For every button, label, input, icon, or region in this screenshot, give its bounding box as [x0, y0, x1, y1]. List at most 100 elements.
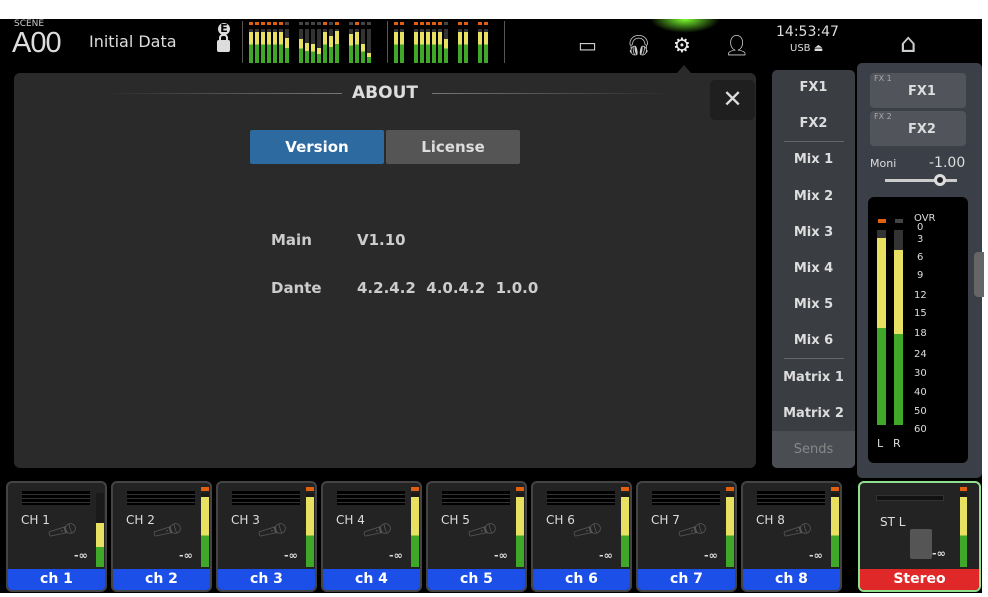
overview-meter-bar — [311, 22, 315, 63]
fader-display — [547, 491, 615, 505]
fader-level: -∞ — [494, 549, 508, 562]
meter-separator — [387, 21, 388, 63]
dante-label: Dante — [271, 279, 322, 297]
channel-label: ch 4 — [323, 569, 420, 590]
channel-name: CH 2 — [126, 513, 155, 527]
dante-version: 4.2.4.2 4.0.4.2 1.0.0 — [357, 279, 539, 297]
fader-display — [232, 491, 300, 505]
scale-tick: 40 — [914, 387, 927, 398]
scene-number[interactable]: A00 — [12, 27, 62, 60]
peak-indicator — [726, 487, 734, 491]
overview-meter-bar — [249, 22, 253, 63]
overview-meter-bar — [285, 22, 289, 63]
moni-slider[interactable] — [885, 179, 957, 182]
active-glow — [650, 19, 720, 33]
peak-indicator — [831, 487, 839, 491]
channel-label: ch 5 — [428, 569, 525, 590]
overview-meter-bar — [478, 22, 482, 63]
scale-tick: 9 — [917, 270, 924, 281]
channel-name: CH 4 — [336, 513, 365, 527]
home-icon[interactable]: ⌂ — [900, 29, 917, 59]
overview-meters[interactable] — [236, 19, 511, 63]
meter-l — [877, 230, 886, 425]
level-meter — [516, 493, 524, 567]
fader-display — [876, 495, 944, 501]
channel-strip-8[interactable]: CH 8 🎤︎ -∞ ch 8 — [741, 481, 842, 592]
fader-display — [22, 491, 90, 505]
channel-strip-2[interactable]: CH 2 🎤︎ -∞ ch 2 — [111, 481, 212, 592]
send-item-mix-1[interactable]: Mix 1 — [772, 152, 855, 167]
overview-meter-bar — [484, 22, 488, 63]
stereo-level-meter — [960, 493, 967, 567]
scale-tick: 6 — [917, 252, 924, 263]
overview-meter-bar — [335, 22, 339, 63]
peak-indicator — [411, 487, 419, 491]
channel-strip-6[interactable]: CH 6 🎤︎ -∞ ch 6 — [531, 481, 632, 592]
lock-icon[interactable] — [217, 34, 230, 52]
headphones-icon[interactable]: 🎧︎ — [626, 33, 651, 57]
fader-display — [652, 491, 720, 505]
send-item-fx2[interactable]: FX2 — [772, 116, 855, 131]
scale-tick: 15 — [914, 308, 927, 319]
overview-meter-bar — [394, 22, 398, 63]
fader-display — [757, 491, 825, 505]
channel-label: ch 6 — [533, 569, 630, 590]
overview-meter-bar — [255, 22, 259, 63]
fader-level: -∞ — [74, 549, 88, 562]
channel-strip-1[interactable]: CH 1 🎤︎ -∞ ch 1 — [6, 481, 107, 592]
send-item-mix-4[interactable]: Mix 4 — [772, 261, 855, 276]
stereo-channel-name: ST L — [880, 515, 906, 529]
stereo-strip[interactable]: ST L -∞ Stereo — [858, 481, 981, 592]
tab-license[interactable]: License — [386, 130, 520, 164]
user-icon[interactable]: 👤︎ — [724, 33, 749, 57]
level-meter — [831, 493, 839, 567]
scale-tick: 12 — [914, 290, 927, 301]
scene-name[interactable]: Initial Data — [89, 32, 177, 51]
fx2-name: FX2 — [908, 122, 936, 137]
level-meter — [201, 493, 209, 567]
channel-strip-4[interactable]: CH 4 🎤︎ -∞ ch 4 — [321, 481, 422, 592]
l-label: L — [877, 437, 884, 450]
moni-slider-knob[interactable] — [934, 174, 946, 186]
channel-label: ch 1 — [8, 569, 105, 590]
close-button[interactable]: ✕ — [710, 80, 755, 120]
usb-status[interactable]: USB ⏏ — [790, 43, 823, 54]
fx2-button[interactable]: FX 2 FX2 — [870, 111, 966, 146]
stereo-meter: OVR 0 3 6 9 12 15 18 24 30 40 50 60 L R — [868, 197, 968, 463]
fader-display — [127, 491, 195, 505]
recorder-icon[interactable]: ▭ — [578, 33, 597, 57]
panel-toggle-handle[interactable] — [974, 252, 984, 297]
fader-level: -∞ — [389, 549, 403, 562]
overview-meter-bar — [414, 22, 418, 63]
channel-strip-7[interactable]: CH 7 🎤︎ -∞ ch 7 — [636, 481, 737, 592]
level-meter — [621, 493, 629, 567]
gear-icon[interactable]: ⚙ — [673, 33, 691, 57]
send-item-fx1[interactable]: FX1 — [772, 80, 855, 95]
l-peak — [878, 219, 886, 223]
send-item-mix-2[interactable]: Mix 2 — [772, 189, 855, 204]
send-item-mix-6[interactable]: Mix 6 — [772, 333, 855, 348]
fader-display — [442, 491, 510, 505]
overview-meter-bar — [355, 22, 359, 63]
send-item-matrix-2[interactable]: Matrix 2 — [772, 406, 855, 421]
send-item-mix-5[interactable]: Mix 5 — [772, 297, 855, 312]
overview-meter-bar — [438, 22, 442, 63]
sends-button[interactable]: Sends — [772, 431, 855, 468]
channel-strip-5[interactable]: CH 5 🎤︎ -∞ ch 5 — [426, 481, 527, 592]
about-dialog: ABOUT ✕ Version License Main V1.10 Dante… — [14, 73, 756, 468]
overview-meter-bar — [267, 22, 271, 63]
channel-name: CH 8 — [756, 513, 785, 527]
send-item-mix-3[interactable]: Mix 3 — [772, 225, 855, 240]
mixer-screen: SCENE A00 Initial Data E ▭ 🎧︎ ⚙ 👤︎ 14:53… — [0, 19, 984, 593]
fader-level: -∞ — [284, 549, 298, 562]
fx1-button[interactable]: FX 1 FX1 — [870, 73, 966, 108]
channel-strip-3[interactable]: CH 3 🎤︎ -∞ ch 3 — [216, 481, 317, 592]
overview-meter-bar — [329, 22, 333, 63]
channel-name: CH 5 — [441, 513, 470, 527]
channel-label: ch 3 — [218, 569, 315, 590]
overview-meter-bar — [299, 22, 303, 63]
overview-meter-bar — [420, 22, 424, 63]
tab-version[interactable]: Version — [250, 130, 384, 164]
send-item-matrix-1[interactable]: Matrix 1 — [772, 370, 855, 385]
scale-tick: 60 — [914, 424, 927, 435]
